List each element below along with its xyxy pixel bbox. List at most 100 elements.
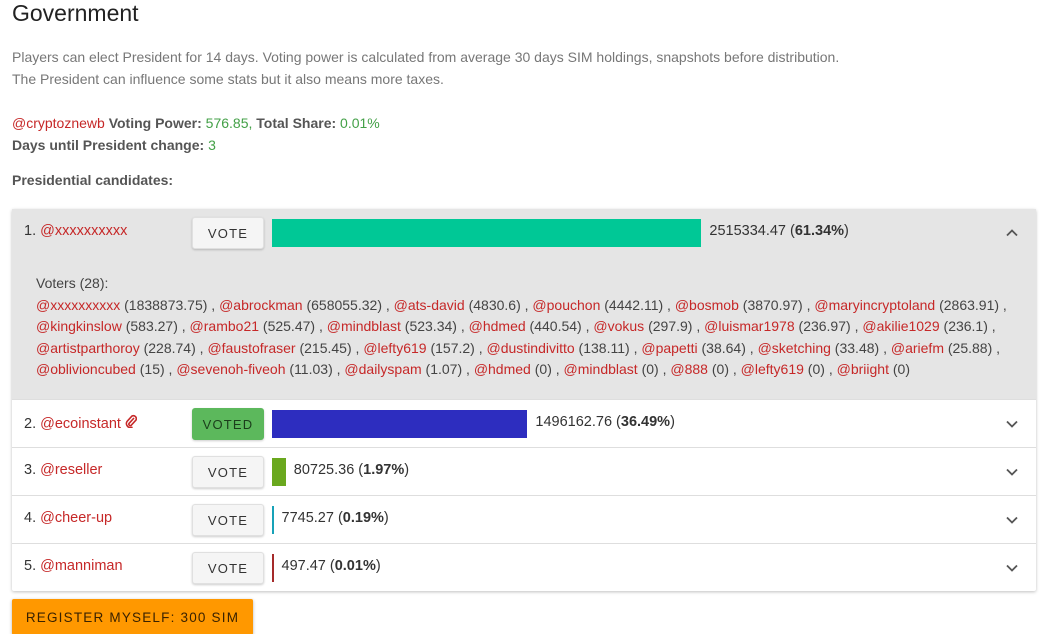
vote-button[interactable]: VOTE xyxy=(192,217,264,249)
candidate-row[interactable]: 2. @ecoinstant VOTED 1496162.76 (36.49%) xyxy=(12,399,1036,447)
voted-button[interactable]: VOTED xyxy=(192,408,264,440)
candidate-name-link[interactable]: @cheer-up xyxy=(40,510,112,526)
candidate-name-link[interactable]: @reseller xyxy=(40,462,102,478)
voter-name-link[interactable]: @hdmed xyxy=(469,318,526,334)
voter-power: 15 xyxy=(144,361,160,377)
candidate-rank: 4. xyxy=(24,510,37,526)
voter-power: 525.47 xyxy=(267,318,311,334)
voter-power: 4830.6 xyxy=(473,296,517,313)
voter-power: 1.07 xyxy=(430,361,458,377)
vote-button[interactable]: VOTE xyxy=(192,504,264,536)
vote-share-bar xyxy=(272,219,702,247)
days-label: Days until President change: xyxy=(12,137,205,153)
candidate-row[interactable]: 3. @reseller VOTE 80725.36 (1.97%) xyxy=(12,447,1036,495)
vote-total: 497.47 (0.01%) xyxy=(281,558,381,574)
vote-count: 497.47 xyxy=(281,558,326,574)
voter-name-link[interactable]: @dustindivitto xyxy=(487,340,575,356)
candidate-label: 4. @cheer-up xyxy=(24,510,112,526)
candidate-row[interactable]: 4. @cheer-up VOTE 7745.27 (0.19%) xyxy=(12,495,1036,543)
voter-name-link[interactable]: @vokus xyxy=(593,318,644,334)
voter-power: 11.03 xyxy=(294,361,329,377)
voter-power: 138.11 xyxy=(583,339,626,356)
voter-power: 440.54 xyxy=(534,318,578,334)
vote-percent: 0.01% xyxy=(334,558,376,574)
voter-name-link[interactable]: @mindblast xyxy=(327,318,401,334)
candidate-label: 2. @ecoinstant xyxy=(24,414,138,432)
vote-share-bar xyxy=(272,554,274,582)
chevron-down-icon[interactable] xyxy=(1000,508,1024,532)
vote-button[interactable]: VOTE xyxy=(192,456,264,488)
vote-button[interactable]: VOTE xyxy=(192,552,264,584)
vote-percent: 61.34% xyxy=(794,223,845,239)
total-share-value: 0.01% xyxy=(340,115,380,131)
candidate-label: 5. @manniman xyxy=(24,558,123,574)
voter-power: 25.88 xyxy=(952,339,988,356)
voter-name-link[interactable]: @faustofraser xyxy=(207,340,295,356)
vote-share-bar xyxy=(272,458,286,486)
voter-name-link[interactable]: @luismar1978 xyxy=(704,318,794,334)
candidate-name-link[interactable]: @xxxxxxxxxx xyxy=(40,223,127,239)
voter-name-link[interactable]: @888 xyxy=(670,361,708,377)
vote-share-bar xyxy=(272,506,274,534)
candidate-rank: 1. xyxy=(24,223,37,239)
user-name-link[interactable]: @cryptoznewb xyxy=(12,115,105,131)
chevron-up-icon[interactable] xyxy=(1000,221,1024,245)
voter-name-link[interactable]: @maryincryptoland xyxy=(814,297,935,313)
voter-name-link[interactable]: @briight xyxy=(837,361,889,377)
vote-count: 7745.27 xyxy=(281,510,334,526)
voter-power: 3870.97 xyxy=(747,296,799,313)
candidate-row[interactable]: 5. @manniman VOTE 497.47 (0.01%) xyxy=(12,543,1036,591)
voter-power: 583.27 xyxy=(130,318,174,334)
register-button[interactable]: REGISTER MYSELF: 300 SIM xyxy=(12,599,253,634)
candidate-name-link[interactable]: @ecoinstant xyxy=(40,416,121,432)
candidate-rank: 5. xyxy=(24,558,37,574)
voter-name-link[interactable]: @artistparthoroy xyxy=(36,340,140,356)
voter-name-link[interactable]: @lefty619 xyxy=(363,340,426,356)
voter-power: 658055.32 xyxy=(311,296,378,313)
description-line-1: Players can elect President for 14 days.… xyxy=(12,49,840,65)
description-line-2: The President can influence some stats b… xyxy=(12,71,444,87)
voter-name-link[interactable]: @abrockman xyxy=(219,297,302,313)
voter-power: 0 xyxy=(897,361,906,377)
voter-name-link[interactable]: @dailyspam xyxy=(344,361,421,377)
voter-name-link[interactable]: @xxxxxxxxxx xyxy=(36,297,120,313)
voter-power: 157.2 xyxy=(435,339,471,356)
voter-name-link[interactable]: @sevenoh-fiveoh xyxy=(176,361,285,377)
voter-name-link[interactable]: @pouchon xyxy=(532,297,600,313)
voter-name-link[interactable]: @lefty619 xyxy=(741,361,804,377)
voter-name-link[interactable]: @bosmob xyxy=(675,297,739,313)
voter-name-link[interactable]: @papetti xyxy=(641,340,697,356)
candidate-label: 1. @xxxxxxxxxx xyxy=(24,223,127,239)
candidates-heading: Presidential candidates: xyxy=(12,172,174,188)
vote-share-bar xyxy=(272,410,528,438)
candidate-name-link[interactable]: @manniman xyxy=(40,558,122,574)
chevron-down-icon[interactable] xyxy=(1000,556,1024,580)
chevron-down-icon[interactable] xyxy=(1000,412,1024,436)
voter-name-link[interactable]: @ats-david xyxy=(394,297,465,313)
voter-name-link[interactable]: @hdmed xyxy=(474,361,531,377)
voter-name-link[interactable]: @mindblast xyxy=(564,361,638,377)
candidate-rank: 2. xyxy=(24,416,37,432)
candidates-panel: 1. @xxxxxxxxxx VOTE 2515334.47 (61.34%) Vot… xyxy=(12,209,1036,591)
voter-power: 4442.11 xyxy=(608,296,659,313)
voter-power: 1838873.75 xyxy=(128,296,203,313)
voter-name-link[interactable]: @sketching xyxy=(758,340,831,356)
voter-power: 236.97 xyxy=(803,318,847,334)
chevron-down-icon[interactable] xyxy=(1000,460,1024,484)
voters-label: Voters (28): xyxy=(36,275,109,291)
voter-name-link[interactable]: @kingkinslow xyxy=(36,318,122,334)
voter-name-link[interactable]: @rambo21 xyxy=(190,318,259,334)
voter-name-link[interactable]: @akilie1029 xyxy=(862,318,939,334)
total-share-label: Total Share: xyxy=(256,115,337,131)
voter-power: 523.34 xyxy=(409,318,453,334)
candidate-row[interactable]: 1. @xxxxxxxxxx VOTE 2515334.47 (61.34%) Vot… xyxy=(12,209,1036,399)
voter-power: 297.9 xyxy=(652,318,688,334)
vote-total: 2515334.47 (61.34%) xyxy=(709,223,849,239)
vote-count: 1496162.76 xyxy=(535,414,613,430)
paperclip-icon xyxy=(125,414,138,431)
voter-power: 2863.91 xyxy=(943,296,995,313)
voter-name-link[interactable]: @oblivioncubed xyxy=(36,361,136,377)
voter-name-link[interactable]: @ariefm xyxy=(891,340,944,356)
description: Players can elect President for 14 days.… xyxy=(12,46,839,90)
vote-total: 1496162.76 (36.49%) xyxy=(535,414,675,430)
